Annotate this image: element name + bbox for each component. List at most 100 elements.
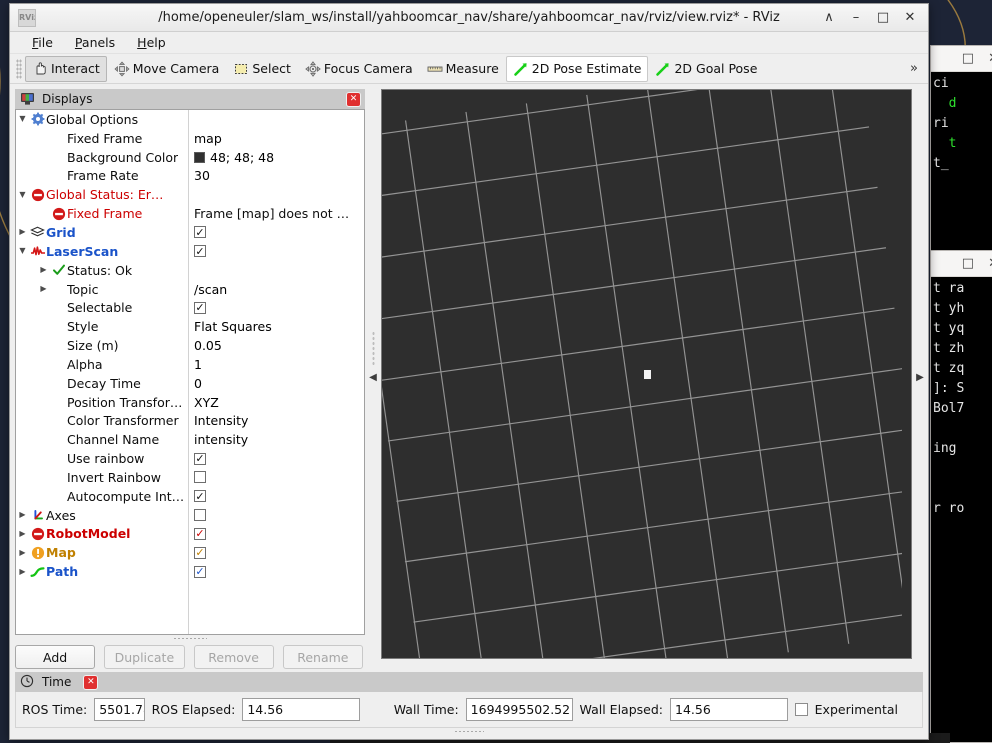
- chevron-right-icon[interactable]: ▶: [37, 266, 50, 274]
- tree-row[interactable]: Selectable ✓: [16, 298, 364, 317]
- tree-row[interactable]: Channel Name intensity: [16, 430, 364, 449]
- chevron-right-icon[interactable]: ▶: [16, 548, 29, 557]
- close-icon[interactable]: ✕: [903, 11, 917, 24]
- tool-move-camera[interactable]: Move Camera: [107, 56, 227, 82]
- tool-measure[interactable]: Measure: [420, 56, 506, 82]
- tree-row[interactable]: ▼ LaserScan ✓: [16, 242, 364, 261]
- 3d-render-viewport[interactable]: [381, 89, 912, 659]
- tree-row-value-cell[interactable]: XYZ: [189, 395, 364, 410]
- chevron-right-icon[interactable]: ▶: [16, 529, 29, 538]
- displays-tree[interactable]: ▼ Global Options Fixed Frame map Background …: [15, 109, 365, 635]
- chevron-down-icon[interactable]: ▼: [16, 190, 29, 199]
- tree-row-value-cell[interactable]: ✓: [189, 301, 364, 314]
- tree-row-value-cell[interactable]: 1: [189, 357, 364, 372]
- tree-row-value-cell[interactable]: 30: [189, 168, 364, 183]
- tree-row[interactable]: Frame Rate 30: [16, 167, 364, 186]
- tree-row[interactable]: Autocompute Int… ✓: [16, 487, 364, 506]
- visibility-checkbox[interactable]: ✓: [194, 245, 206, 258]
- tree-row[interactable]: ▶ Path ✓: [16, 562, 364, 581]
- background-terminal-top[interactable]: □ ✕ ci d ri t t_: [930, 45, 992, 265]
- tree-row[interactable]: Fixed Frame Frame [map] does not …: [16, 204, 364, 223]
- displays-panel-titlebar[interactable]: Displays ✕: [15, 89, 365, 109]
- add-button[interactable]: Add: [15, 645, 96, 669]
- tree-row-value-cell[interactable]: Flat Squares: [189, 319, 364, 334]
- tree-row[interactable]: ▶ Status: Ok: [16, 261, 364, 280]
- terminal-bottom-titlebar[interactable]: □ ✕: [931, 251, 992, 277]
- tree-row[interactable]: ▼ Global Options: [16, 110, 364, 129]
- tree-row-value-cell[interactable]: Intensity: [189, 413, 364, 428]
- tree-row[interactable]: ▶ Map ✓: [16, 543, 364, 562]
- tree-row[interactable]: ▶ Topic/scan: [16, 280, 364, 299]
- tree-row-value-cell[interactable]: [189, 471, 364, 484]
- terminal-top-titlebar[interactable]: □ ✕: [931, 46, 992, 72]
- visibility-checkbox[interactable]: [194, 509, 206, 522]
- tree-row[interactable]: Decay Time 0: [16, 374, 364, 393]
- wall-elapsed-input[interactable]: 14.56: [670, 698, 788, 721]
- tree-row-value-cell[interactable]: ✓: [189, 527, 364, 540]
- tree-row-value-cell[interactable]: intensity: [189, 432, 364, 447]
- duplicate-button[interactable]: Duplicate: [104, 645, 185, 669]
- remove-button[interactable]: Remove: [193, 645, 274, 669]
- toolbar-overflow-button[interactable]: »: [910, 61, 928, 76]
- color-swatch[interactable]: [194, 151, 205, 163]
- rename-button[interactable]: Rename: [282, 645, 363, 669]
- maximize-icon[interactable]: □: [962, 51, 974, 66]
- ros-time-input[interactable]: 5501.78: [94, 698, 145, 721]
- menu-help[interactable]: Help: [137, 35, 166, 50]
- window-titlebar[interactable]: RViz /home/openeuler/slam_ws/install/yah…: [10, 4, 928, 32]
- chevron-right-icon[interactable]: ▶: [16, 228, 29, 236]
- tree-row-value-cell[interactable]: ✓: [189, 546, 364, 559]
- tree-row[interactable]: Fixed Frame map: [16, 129, 364, 148]
- tree-row-value-cell[interactable]: ✓: [189, 565, 364, 578]
- visibility-checkbox[interactable]: ✓: [194, 527, 206, 540]
- ros-elapsed-input[interactable]: 14.56: [242, 698, 360, 721]
- tool-select[interactable]: Select: [226, 56, 298, 82]
- time-panel-resize-grip[interactable]: [15, 728, 923, 734]
- tool-interact[interactable]: Interact: [25, 55, 107, 82]
- visibility-checkbox[interactable]: ✓: [194, 546, 206, 559]
- close-icon[interactable]: ✕: [83, 674, 99, 690]
- collapse-left-arrow-icon[interactable]: ◀: [369, 373, 377, 383]
- tree-row[interactable]: ▶ Grid ✓: [16, 223, 364, 242]
- tree-row[interactable]: Use rainbow ✓: [16, 449, 364, 468]
- chevron-right-icon[interactable]: ▶: [16, 567, 29, 576]
- menu-file[interactable]: FFileile: [32, 35, 53, 50]
- tree-row[interactable]: Position Transfor… XYZ: [16, 393, 364, 412]
- tree-row-value-cell[interactable]: ✓: [189, 490, 364, 503]
- tree-row[interactable]: Background Color 48; 48; 48: [16, 148, 364, 167]
- left-splitter-handle[interactable]: ◀: [365, 84, 381, 672]
- right-splitter-handle[interactable]: ▶: [912, 84, 928, 672]
- tree-row[interactable]: Style Flat Squares: [16, 317, 364, 336]
- menu-panels[interactable]: Panels: [75, 35, 115, 50]
- visibility-checkbox[interactable]: [194, 471, 206, 484]
- displays-resize-grip[interactable]: [15, 635, 365, 642]
- chevron-right-icon[interactable]: ▶: [37, 285, 50, 293]
- tree-row-value-cell[interactable]: ✓: [189, 452, 364, 465]
- chevron-down-icon[interactable]: ▼: [16, 115, 29, 123]
- close-icon[interactable]: ✕: [346, 91, 361, 107]
- tree-row[interactable]: Color Transformer Intensity: [16, 412, 364, 431]
- visibility-checkbox[interactable]: ✓: [194, 565, 206, 578]
- tree-row-value-cell[interactable]: [189, 509, 364, 522]
- tree-row-value-cell[interactable]: map: [189, 131, 364, 146]
- tool-2d-pose-estimate[interactable]: 2D Pose Estimate: [505, 55, 649, 82]
- tree-row-value-cell[interactable]: 0.05: [189, 338, 364, 353]
- minimize-icon[interactable]: –: [849, 11, 863, 24]
- chevron-down-icon[interactable]: ▼: [16, 247, 29, 255]
- tree-row-value-cell[interactable]: 0: [189, 376, 364, 391]
- shade-icon[interactable]: ∧: [822, 11, 836, 24]
- maximize-icon[interactable]: □: [876, 11, 890, 24]
- background-terminal-bottom[interactable]: □ ✕ t ra t yh t yq t zh t zq ]: S Bol7 i…: [930, 250, 992, 743]
- tree-row[interactable]: ▶ Axes: [16, 506, 364, 525]
- toolbar-drag-handle[interactable]: [16, 58, 22, 79]
- tree-row[interactable]: Size (m) 0.05: [16, 336, 364, 355]
- tree-row-value-cell[interactable]: ✓: [189, 245, 364, 258]
- chevron-right-icon[interactable]: ▶: [16, 511, 29, 519]
- tree-row[interactable]: Alpha 1: [16, 355, 364, 374]
- tree-row-value-cell[interactable]: ✓: [189, 226, 364, 239]
- collapse-right-arrow-icon[interactable]: ▶: [916, 373, 924, 383]
- experimental-checkbox[interactable]: [794, 703, 808, 716]
- tree-row[interactable]: Invert Rainbow: [16, 468, 364, 487]
- maximize-icon[interactable]: □: [962, 256, 974, 271]
- tree-row-value-cell[interactable]: 48; 48; 48: [189, 150, 364, 165]
